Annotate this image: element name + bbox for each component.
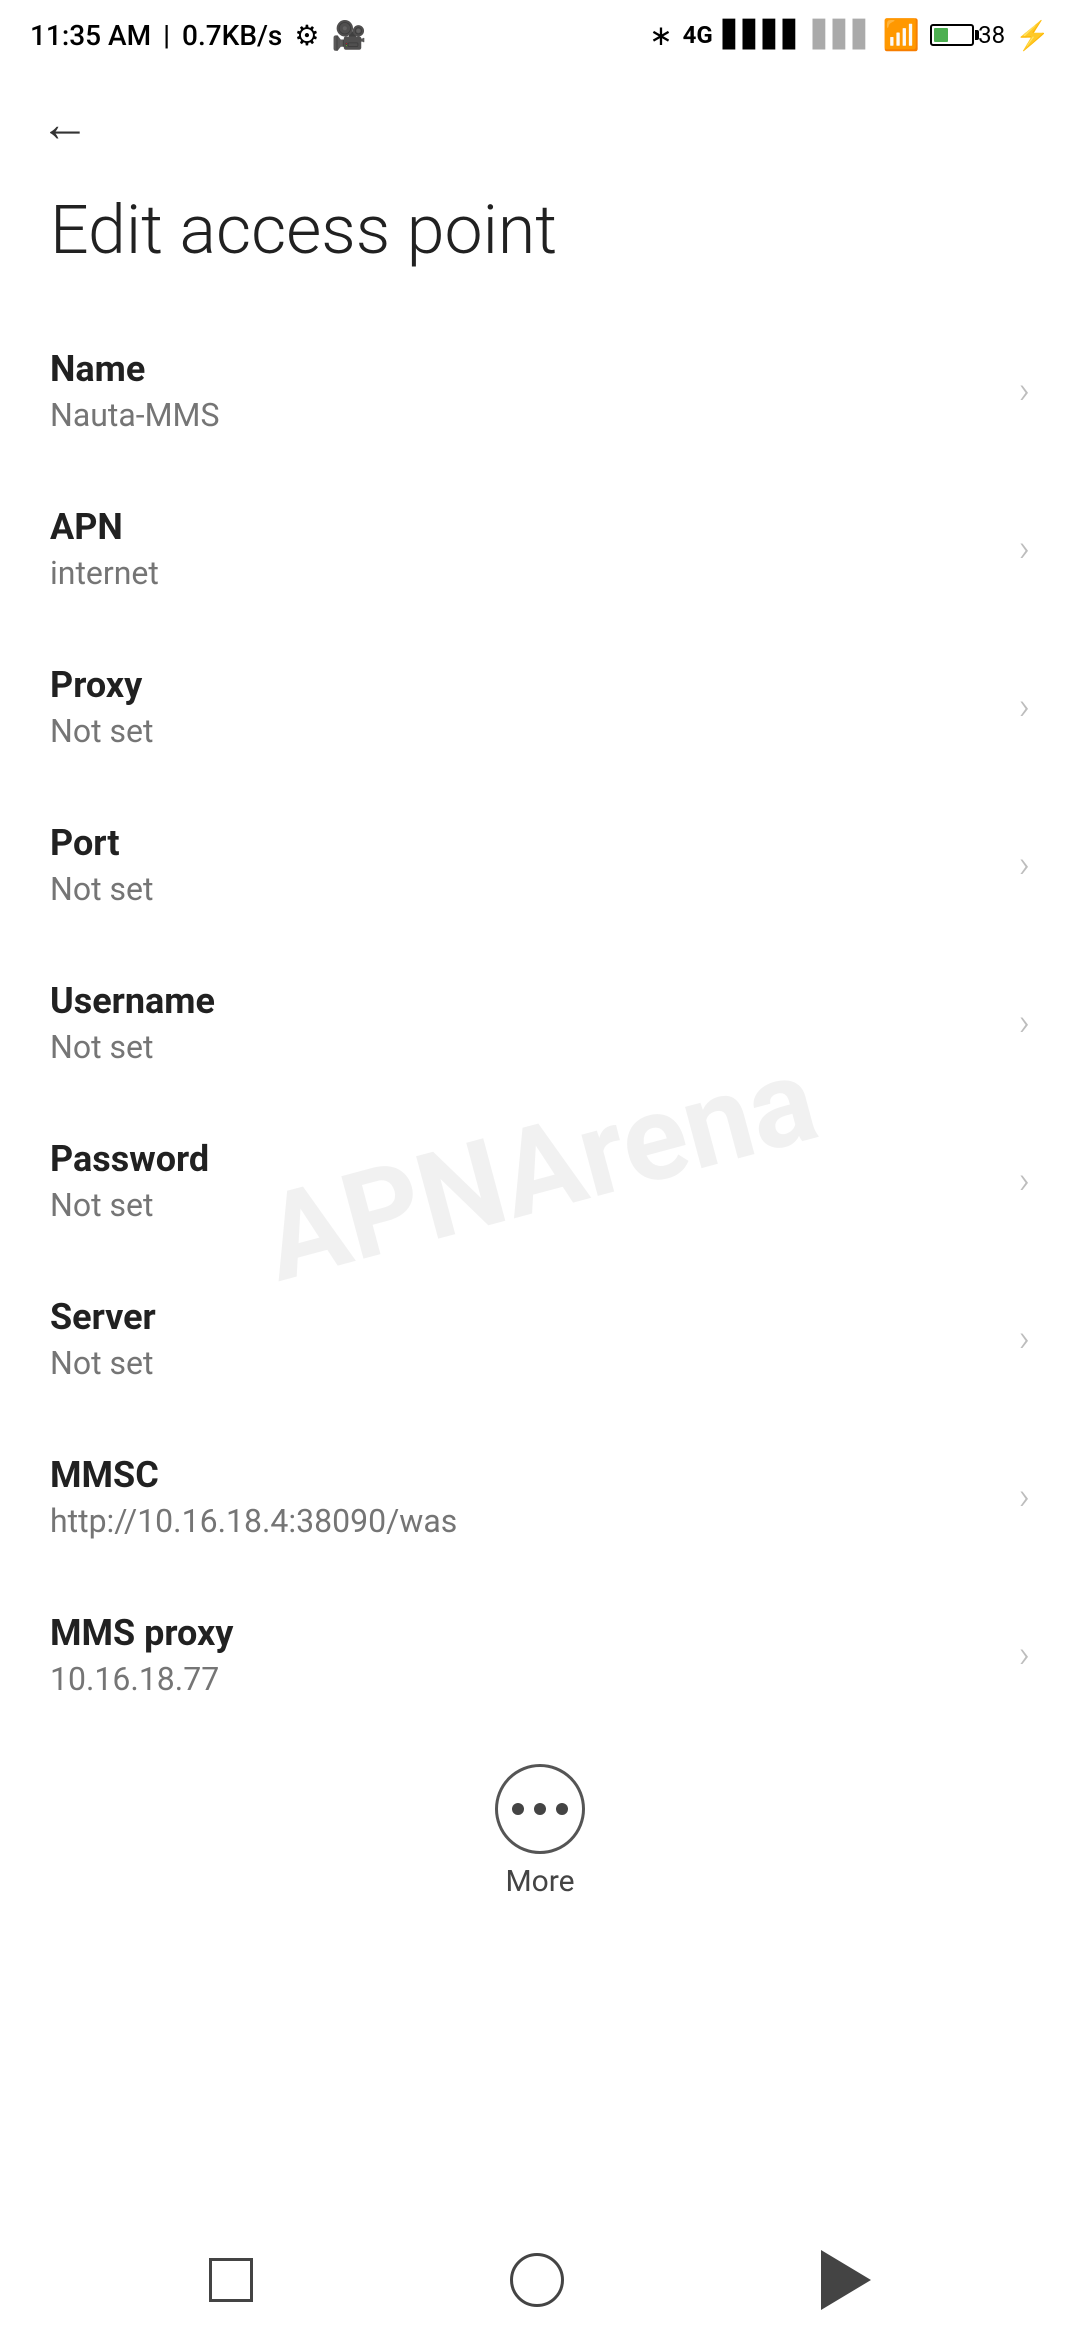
signal-4g-icon: 4G xyxy=(683,21,713,49)
settings-item-content: Username Not set xyxy=(50,980,215,1066)
signal-bars2-icon: ▋▋▋ xyxy=(813,20,873,50)
settings-item-name[interactable]: Name Nauta-MMS › xyxy=(0,312,1080,470)
settings-value: Not set xyxy=(50,712,153,750)
settings-value: http://10.16.18.4:38090/was xyxy=(50,1502,457,1540)
settings-value: 10.16.18.77 xyxy=(50,1660,219,1698)
settings-label: MMS proxy xyxy=(50,1612,233,1654)
status-bar: 11:35 AM | 0.7KB/s ⚙ 🎥 ∗ 4G ▋▋▋▋ ▋▋▋ 📶 3… xyxy=(0,0,1080,70)
chevron-right-icon: › xyxy=(1019,1633,1030,1677)
battery-fill xyxy=(934,28,948,42)
page-title: Edit access point xyxy=(0,160,1080,312)
settings-item-content: Name Nauta-MMS xyxy=(50,348,219,434)
camera-icon: 🎥 xyxy=(331,19,366,52)
settings-value: Not set xyxy=(50,1186,153,1224)
settings-item-port[interactable]: Port Not set › xyxy=(0,786,1080,944)
battery-container: 38 xyxy=(930,21,1005,49)
settings-value: Not set xyxy=(50,870,153,908)
settings-item-content: Server Not set xyxy=(50,1296,156,1382)
chevron-right-icon: › xyxy=(1019,1001,1030,1045)
status-left: 11:35 AM | 0.7KB/s ⚙ 🎥 xyxy=(30,19,366,52)
more-section: More xyxy=(0,1734,1080,1919)
chevron-right-icon: › xyxy=(1019,527,1030,571)
settings-item-content: Port Not set xyxy=(50,822,153,908)
settings-item-content: MMSC http://10.16.18.4:38090/was xyxy=(50,1454,457,1540)
settings-item-password[interactable]: Password Not set › xyxy=(0,1102,1080,1260)
nav-recents-button[interactable] xyxy=(209,2258,253,2302)
wifi-icon: 📶 xyxy=(883,18,920,53)
settings-item-proxy[interactable]: Proxy Not set › xyxy=(0,628,1080,786)
nav-home-button[interactable] xyxy=(510,2253,564,2307)
settings-label: Server xyxy=(50,1296,156,1338)
more-dot-1 xyxy=(512,1803,524,1815)
more-dots-icon xyxy=(512,1803,568,1815)
settings-value: Nauta-MMS xyxy=(50,396,219,434)
home-icon xyxy=(510,2253,564,2307)
chevron-right-icon: › xyxy=(1019,843,1030,887)
settings-value: Not set xyxy=(50,1028,153,1066)
settings-icon: ⚙ xyxy=(294,19,319,52)
recents-icon xyxy=(209,2258,253,2302)
more-label: More xyxy=(505,1864,574,1899)
time-display: 11:35 AM xyxy=(30,19,151,52)
settings-label: Proxy xyxy=(50,664,142,706)
bluetooth-icon: ∗ xyxy=(649,19,672,52)
chevron-right-icon: › xyxy=(1019,685,1030,729)
charging-icon: ⚡ xyxy=(1015,19,1050,52)
status-right: ∗ 4G ▋▋▋▋ ▋▋▋ 📶 38 ⚡ xyxy=(649,18,1050,53)
settings-item-content: MMS proxy 10.16.18.77 xyxy=(50,1612,233,1698)
settings-item-server[interactable]: Server Not set › xyxy=(0,1260,1080,1418)
settings-item-mms-proxy[interactable]: MMS proxy 10.16.18.77 › xyxy=(0,1576,1080,1734)
settings-item-apn[interactable]: APN internet › xyxy=(0,470,1080,628)
header: ← xyxy=(0,70,1080,160)
settings-item-username[interactable]: Username Not set › xyxy=(0,944,1080,1102)
settings-item-content: APN internet xyxy=(50,506,159,592)
back-button[interactable]: ← xyxy=(40,100,90,150)
network-speed: 0.7KB/s xyxy=(182,19,282,52)
settings-value: internet xyxy=(50,554,159,592)
settings-value: Not set xyxy=(50,1344,153,1382)
settings-label: Port xyxy=(50,822,120,864)
back-icon xyxy=(821,2250,871,2310)
nav-back-button[interactable] xyxy=(821,2250,871,2310)
nav-bar xyxy=(0,2220,1080,2340)
chevron-right-icon: › xyxy=(1019,1475,1030,1519)
battery-pct: 38 xyxy=(978,21,1005,49)
settings-list: Name Nauta-MMS › APN internet › Proxy No… xyxy=(0,312,1080,1734)
chevron-right-icon: › xyxy=(1019,1317,1030,1361)
more-button[interactable] xyxy=(495,1764,585,1854)
chevron-right-icon: › xyxy=(1019,1159,1030,1203)
settings-label: MMSC xyxy=(50,1454,159,1496)
chevron-right-icon: › xyxy=(1019,369,1030,413)
speed-display: | xyxy=(163,19,170,52)
settings-label: Password xyxy=(50,1138,209,1180)
settings-label: Name xyxy=(50,348,145,390)
signal-bars-icon: ▋▋▋▋ xyxy=(723,20,803,50)
settings-item-content: Password Not set xyxy=(50,1138,209,1224)
more-dot-2 xyxy=(534,1803,546,1815)
settings-item-content: Proxy Not set xyxy=(50,664,153,750)
settings-label: APN xyxy=(50,506,123,548)
settings-item-mmsc[interactable]: MMSC http://10.16.18.4:38090/was › xyxy=(0,1418,1080,1576)
settings-label: Username xyxy=(50,980,215,1022)
more-dot-3 xyxy=(556,1803,568,1815)
battery-icon xyxy=(930,24,974,46)
